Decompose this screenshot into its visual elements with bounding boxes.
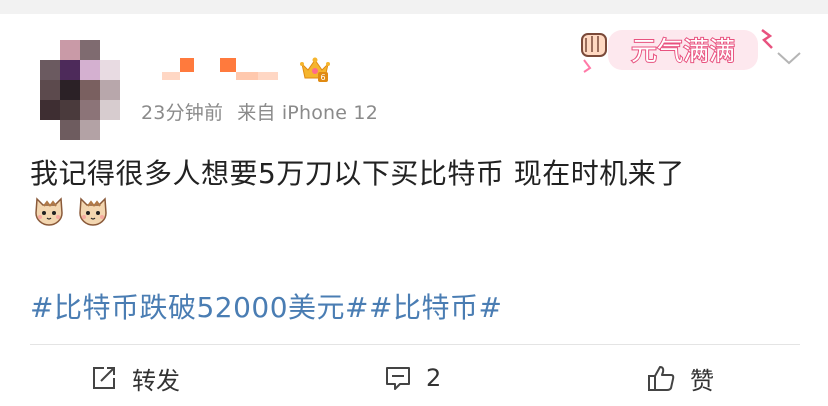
comment-button[interactable]: 2 (384, 361, 441, 395)
divider (30, 344, 800, 345)
top-separator-strip (0, 0, 828, 14)
fist-icon (581, 33, 607, 73)
vip-crown-icon[interactable]: 6 (300, 56, 330, 84)
decorative-sticker[interactable]: 元气满满 (578, 24, 776, 76)
like-label: 赞 (690, 366, 714, 395)
cat-face-icon (79, 197, 107, 226)
comment-icon (386, 367, 410, 390)
chevron-down-icon[interactable] (776, 50, 802, 66)
comment-count: 2 (426, 364, 442, 392)
cat-face-icon (35, 197, 63, 226)
lightning-icon (761, 29, 773, 49)
hashtag-links[interactable]: #比特币跌破52000美元##比特币# (30, 286, 502, 326)
repost-label: 转发 (132, 366, 180, 395)
repost-button[interactable]: 转发 (90, 361, 180, 395)
like-button[interactable]: 赞 (646, 361, 714, 395)
post-meta: 23分钟前 来自 iPhone 12 (141, 98, 378, 125)
repost-icon (93, 367, 115, 389)
thumbs-up-icon (648, 366, 675, 391)
post-source[interactable]: 来自 iPhone 12 (237, 102, 378, 124)
post-content: 我记得很多人想要5万刀以下买比特币 现在时机来了 (30, 157, 685, 190)
badge-level: 6 (320, 73, 325, 82)
username-redacted[interactable] (162, 58, 282, 84)
avatar[interactable] (40, 40, 120, 140)
sticker-text: 元气满满 (631, 37, 735, 67)
post-time: 23分钟前 (141, 102, 224, 124)
